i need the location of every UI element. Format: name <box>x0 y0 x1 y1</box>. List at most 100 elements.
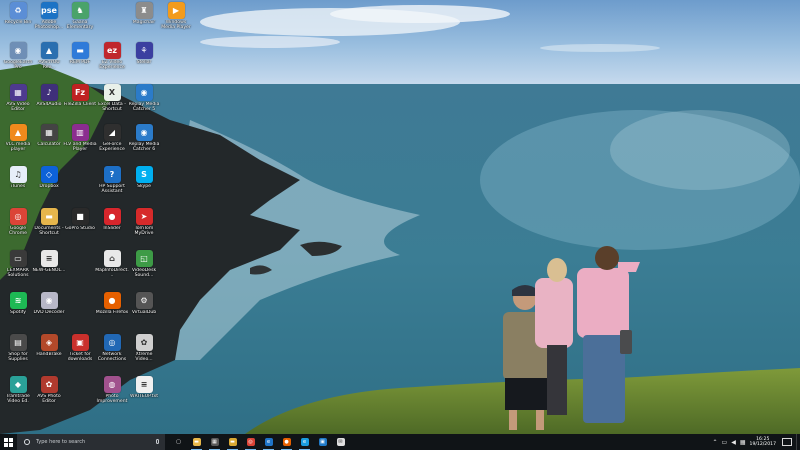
desktop-icon[interactable]: ◉ DVD Decoder <box>33 292 65 324</box>
recycle-bin-icon: ♻ <box>9 2 27 19</box>
desktop-icon[interactable]: ✿ Xtreme Video... <box>128 334 160 366</box>
mapinfo-icon: ⌂ <box>103 250 121 267</box>
skype-icon: S <box>135 166 153 183</box>
desktop-icon[interactable]: ◈ HandBrake <box>33 334 65 366</box>
taskbar-app-button[interactable]: ▢ <box>171 434 186 450</box>
desktop-icon[interactable]: ♞ Gaana Elementary <box>64 2 96 34</box>
replay-media-catcher-5-icon: ◉ <box>135 84 153 101</box>
desktop-icon[interactable]: ≋ Spotify <box>2 292 34 324</box>
desktop-icon[interactable]: ≡ NEW-GENOL... <box>33 250 65 282</box>
taskbar-app-button[interactable]: ◎ <box>243 434 258 450</box>
taskbar-app-button[interactable]: ▬ <box>189 434 204 450</box>
desktop-icon-label: AVS Video Editor <box>6 102 30 112</box>
taskbar: Type here to search ▢ ▬ ▦ ▬ ◎ e ● e ▣ ✉ ⌃ ▭ ◀ ▦ 1… <box>0 434 800 450</box>
desktop-icon[interactable]: ◉ Replay Media Catcher 6 <box>128 124 160 156</box>
desktop-icon[interactable]: ◉ Replay Media Catcher 5 <box>128 84 160 116</box>
desktop-icon[interactable]: ♜ Magichair <box>128 2 160 34</box>
taskbar-app-button[interactable]: ✉ <box>333 434 348 450</box>
taskbar-app-button[interactable]: ▬ <box>225 434 240 450</box>
desktop-icon[interactable]: Fz FileZilla Client <box>64 84 96 116</box>
desktop-icon[interactable]: ♫ iTunes <box>2 166 34 198</box>
desktop-icon-label: Adobe Photoshop... <box>34 20 64 30</box>
taskbar-app-button[interactable]: e <box>261 434 276 450</box>
desktop-icon[interactable]: ♻ Recycle Bin <box>2 2 34 34</box>
file-explorer-icon: ▬ <box>192 438 201 446</box>
desktop-icon-label: VirtualDub <box>131 310 157 315</box>
desktop-icon[interactable]: ▲ VLC media player <box>2 124 34 156</box>
desktop-icon[interactable]: ◎ Google Chrome <box>2 208 34 240</box>
photoshop-elements-icon: pse <box>40 2 58 19</box>
desktop-icon[interactable]: ♪ AVS4Audio <box>33 84 65 116</box>
clock-date: 19/12/2017 <box>749 442 776 447</box>
desktop-icon-label: Tramtrade Video Ed. <box>6 394 30 404</box>
desktop-icon-label: REM PDF <box>69 60 91 65</box>
documents-folder-icon: ▬ <box>40 208 58 225</box>
microphone-icon[interactable] <box>156 439 159 444</box>
desktop-icon[interactable]: ▥ FLV and Media Player <box>63 124 97 156</box>
desktop-icon[interactable]: ◆ Tramtrade Video Ed. <box>2 376 34 408</box>
ie-taskbar-icon: e <box>300 438 309 446</box>
keyboard-icon[interactable]: ▦ <box>740 439 746 446</box>
desktop-icon-label: VideoDesk Sound... <box>131 268 157 278</box>
desktop-icon[interactable]: ✿ AVS Photo Editor <box>33 376 65 408</box>
desktop-icon-label: Network Connections <box>97 352 127 362</box>
network-tray-icon[interactable]: ▭ <box>722 439 728 446</box>
taskbar-clock[interactable]: 16:25 19/12/2017 <box>750 437 776 447</box>
itunes-icon: ♫ <box>9 166 27 183</box>
desktop-icon[interactable]: ▤ Shop for Supplies <box>2 334 34 366</box>
desktop-icon[interactable]: ▬ REM PDF <box>64 42 96 74</box>
desktop-icon[interactable]: ▲ AVS4YOU Rev... <box>33 42 65 74</box>
desktop-icon-label: AVS4YOU Rev... <box>38 60 60 70</box>
show-desktop-button[interactable] <box>796 434 800 450</box>
desktop-icon[interactable]: ◢ GeForce Experience <box>96 124 128 156</box>
desktop-icon[interactable]: S Skype <box>128 166 160 198</box>
search-placeholder: Type here to search <box>36 439 86 445</box>
start-button[interactable] <box>0 434 16 450</box>
desktop-icon[interactable]: ▦ Calculator <box>33 124 65 156</box>
taskbar-search-box[interactable]: Type here to search <box>17 434 165 450</box>
desktop-icon[interactable]: ≡ WRITEUP.txt <box>128 376 160 408</box>
new-document-icon: ≡ <box>40 250 58 267</box>
videodesk-sound-icon: ◱ <box>135 250 153 267</box>
flv-player-icon: ▥ <box>71 124 89 141</box>
show-hidden-icons-icon[interactable]: ⌃ <box>713 439 718 446</box>
desktop-icon[interactable]: ■ GoPro Studio <box>64 208 96 240</box>
desktop-icon[interactable]: ◱ VideoDesk Sound... <box>128 250 160 282</box>
desktop-icon[interactable]: ⚙ VirtualDub <box>128 292 160 324</box>
desktop-icon[interactable]: ➤ TomTom MyDrive <box>128 208 160 240</box>
handbrake-icon: ◈ <box>40 334 58 351</box>
desktop-icon[interactable]: ▭ LEXMARK Solutions <box>2 250 34 282</box>
desktop-icon[interactable]: ◉ GoogleEarth Pro <box>2 42 34 74</box>
excel-shortcut-icon: X <box>103 84 121 101</box>
desktop-icon[interactable]: ? HP Support Assistant <box>96 166 128 198</box>
desktop-icon-label: iTunes <box>10 184 26 189</box>
desktop-icon[interactable]: ▣ Ticket for downloads <box>64 334 96 366</box>
taskbar-app-button[interactable]: ▦ <box>207 434 222 450</box>
mail-taskbar-icon: ✉ <box>336 438 345 446</box>
desktop-icon[interactable]: X Excel Data - Shortcut <box>96 84 128 116</box>
desktop-icon[interactable]: pse Adobe Photoshop... <box>33 2 65 34</box>
folder-taskbar-icon: ▬ <box>228 438 237 446</box>
desktop-icon[interactable]: ◍ Photo Improvement <box>96 376 128 408</box>
tomtom-icon: ➤ <box>135 208 153 225</box>
desktop-icon-label: Recycle Bin <box>4 20 32 25</box>
desktop-icon[interactable]: ▬ Documents - Shortcut <box>33 208 65 240</box>
taskbar-app-button[interactable]: ● <box>279 434 294 450</box>
desktop-icon[interactable]: ● InSlider <box>96 208 128 240</box>
desktop-icon[interactable]: ⌂ MapInfoDirect... <box>95 250 129 282</box>
desktop-icon[interactable]: ▦ AVS Video Editor <box>2 84 34 116</box>
taskbar-app-button[interactable]: ▣ <box>315 434 330 450</box>
magichair-icon: ♜ <box>135 2 153 19</box>
desktop-icon[interactable]: ⚘ Stellar <box>128 42 160 74</box>
taskbar-app-button[interactable]: e <box>297 434 312 450</box>
desktop-icon-label: HP Support Assistant <box>99 184 125 194</box>
desktop-icon[interactable]: ◎ Network Connections <box>96 334 128 366</box>
desktop-icon[interactable]: ez EZ Video Experience <box>96 42 128 74</box>
volume-icon[interactable]: ◀ <box>731 439 736 446</box>
action-center-icon[interactable] <box>782 438 792 446</box>
desktop-icon[interactable]: ▶ Windows Media Player <box>160 2 192 34</box>
desktop-icon[interactable]: ◇ Dropbox <box>33 166 65 198</box>
desktop-icon[interactable]: ● Mozilla Firefox <box>96 292 128 324</box>
virtualdub-icon: ⚙ <box>135 292 153 309</box>
desktop-icon-label: GeForce Experience <box>99 142 125 152</box>
